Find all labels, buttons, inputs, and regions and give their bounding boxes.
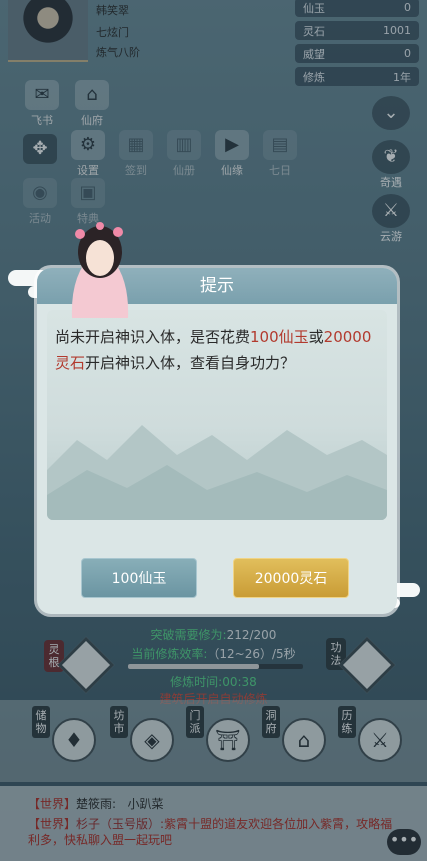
message-text: 尚未开启神识入体，是否花费: [55, 328, 251, 346]
npc-portrait: [71, 222, 129, 318]
pay-jade-button[interactable]: 100仙玉: [81, 558, 197, 598]
message-text: 或: [308, 328, 324, 346]
dialog-message: 尚未开启神识入体，是否花费100仙玉或20000灵石开启神识入体，查看自身功力？: [55, 324, 381, 376]
mountain-background: [47, 425, 387, 520]
dialog-body: 尚未开启神识入体，是否花费100仙玉或20000灵石开启神识入体，查看自身功力？: [47, 310, 387, 520]
message-text: 开启神识入体，查看自身功力？: [85, 354, 296, 372]
game-screen: 韩笑翠 七炫门 炼气八阶 仙玉 0 灵石 1001 威望 0 修炼 1年 ✉ 飞…: [0, 0, 427, 861]
message-cost-jade: 100仙玉: [250, 328, 309, 346]
pay-spirit-stone-button[interactable]: 20000灵石: [233, 558, 349, 598]
prompt-dialog: 提示 尚未开启神识入体，是否花费100仙玉或20000灵石开启神识入体，查看自身…: [37, 268, 397, 614]
